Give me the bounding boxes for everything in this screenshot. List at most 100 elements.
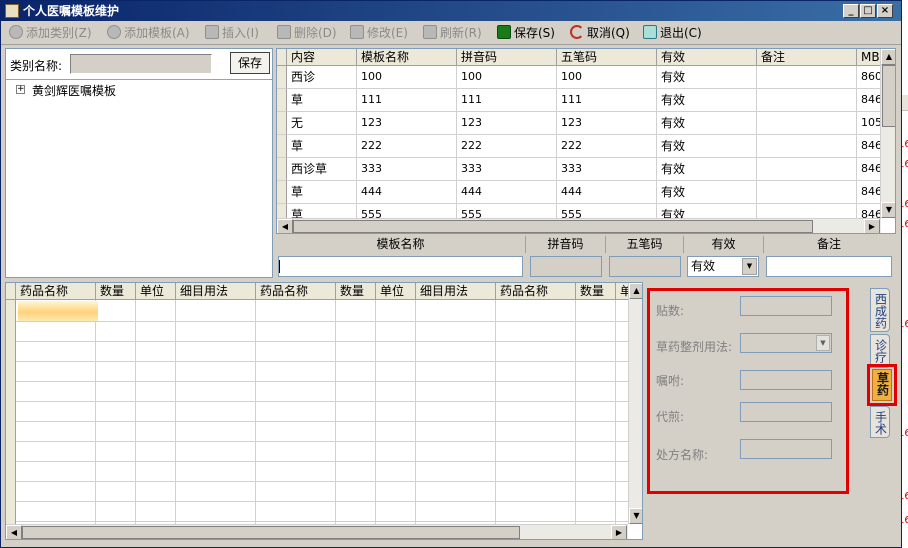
instruction-input[interactable]	[740, 370, 832, 390]
table-cell[interactable]: 有效	[657, 158, 757, 181]
close-button[interactable]: ×	[877, 4, 893, 18]
chevron-down-icon[interactable]: ▼	[742, 258, 757, 275]
save-button[interactable]: 保存(S)	[497, 24, 555, 42]
column-header[interactable]: 有效	[657, 49, 757, 66]
exit-button[interactable]: 退出(C)	[643, 24, 702, 42]
column-header[interactable]: 药品名称	[496, 283, 576, 300]
chevron-down-icon[interactable]: ▼	[816, 335, 830, 351]
table-cell[interactable]: 333	[557, 158, 657, 181]
table-row[interactable]: 草555555555有效8469	[277, 204, 881, 218]
category-name-input[interactable]	[70, 54, 212, 74]
column-header[interactable]: 药品名称	[256, 283, 336, 300]
table-row[interactable]	[16, 401, 628, 402]
add-template-button[interactable]: 添加模板(A)	[107, 24, 190, 42]
tab-western-medicine[interactable]: 西成药	[870, 288, 890, 332]
table-row[interactable]	[16, 501, 628, 502]
table-cell[interactable]: 100	[557, 66, 657, 89]
modify-button[interactable]: 修改(E)	[350, 24, 408, 42]
table-cell[interactable]: 1056	[857, 112, 881, 135]
table-cell[interactable]: 333	[357, 158, 457, 181]
pinyin-input[interactable]	[530, 256, 602, 277]
table-cell[interactable]	[757, 89, 857, 112]
column-header[interactable]: 单位	[376, 283, 416, 300]
minimize-button[interactable]: _	[843, 4, 859, 18]
table-row[interactable]	[16, 461, 628, 462]
row-header[interactable]	[277, 112, 287, 135]
table-cell[interactable]: 8468	[857, 89, 881, 112]
column-header[interactable]: 单位	[136, 283, 176, 300]
table-row[interactable]: 西诊草333333333有效8469	[277, 158, 881, 181]
tree-expand-toggle[interactable]: +	[16, 85, 25, 94]
template-name-input[interactable]	[278, 256, 523, 277]
table-cell[interactable]: 有效	[657, 204, 757, 218]
scroll-thumb[interactable]	[22, 526, 520, 539]
table-cell[interactable]	[757, 112, 857, 135]
scroll-right-arrow-icon[interactable]: ▶	[611, 525, 627, 539]
table-cell[interactable]	[757, 66, 857, 89]
table-cell[interactable]: 草	[287, 135, 357, 158]
drug-grid-vscroll[interactable]: ▲ ▼	[628, 283, 642, 524]
table-cell[interactable]: 123	[557, 112, 657, 135]
table-cell[interactable]: 100	[457, 66, 557, 89]
refresh-button[interactable]: 刷新(R)	[423, 24, 482, 42]
table-cell[interactable]: 有效	[657, 66, 757, 89]
active-cell-highlight[interactable]	[18, 301, 98, 321]
table-cell[interactable]: 111	[357, 89, 457, 112]
table-cell[interactable]	[757, 158, 857, 181]
column-header[interactable]: 药品名称	[16, 283, 96, 300]
table-cell[interactable]: 444	[457, 181, 557, 204]
row-header[interactable]	[277, 158, 287, 181]
scroll-left-arrow-icon[interactable]: ◀	[6, 525, 22, 539]
table-cell[interactable]: 111	[457, 89, 557, 112]
table-row[interactable]	[16, 321, 628, 322]
table-row[interactable]: 西诊100100100有效8605	[277, 66, 881, 89]
tab-herbal-medicine[interactable]: 草药	[867, 364, 897, 406]
table-cell[interactable]: 555	[457, 204, 557, 218]
column-header[interactable]: 五笔码	[557, 49, 657, 66]
table-cell[interactable]: 有效	[657, 181, 757, 204]
scroll-up-arrow-icon[interactable]: ▲	[881, 49, 895, 65]
table-cell[interactable]: 8469	[857, 181, 881, 204]
wubi-input[interactable]	[609, 256, 681, 277]
table-cell[interactable]: 无	[287, 112, 357, 135]
table-row[interactable]	[16, 341, 628, 342]
table-cell[interactable]: 222	[357, 135, 457, 158]
dose-count-input[interactable]	[740, 296, 832, 316]
category-save-button[interactable]: 保存	[230, 52, 270, 74]
table-cell[interactable]: 222	[457, 135, 557, 158]
row-header[interactable]	[277, 204, 287, 218]
table-cell[interactable]: 8605	[857, 66, 881, 89]
scroll-left-arrow-icon[interactable]: ◀	[277, 219, 293, 233]
table-cell[interactable]: 111	[557, 89, 657, 112]
column-header[interactable]: 细目用法	[416, 283, 496, 300]
column-header[interactable]: 模板名称	[357, 49, 457, 66]
table-row[interactable]: 草444444444有效8469	[277, 181, 881, 204]
scroll-thumb[interactable]	[293, 220, 813, 233]
herb-usage-select[interactable]: ▼	[740, 333, 832, 353]
add-category-button[interactable]: 添加类别(Z)	[9, 24, 92, 42]
maximize-button[interactable]: □	[860, 4, 876, 18]
prescription-name-input[interactable]	[740, 439, 832, 459]
table-cell[interactable]: 草	[287, 89, 357, 112]
scroll-up-arrow-icon[interactable]: ▲	[629, 283, 642, 299]
table-cell[interactable]	[757, 204, 857, 218]
table-row[interactable]: 草222222222有效8469	[277, 135, 881, 158]
table-row[interactable]: 草111111111有效8468	[277, 89, 881, 112]
tree-root-item[interactable]: 黄剑辉医嘱模板	[32, 82, 116, 99]
column-header[interactable]: 数量	[576, 283, 616, 300]
row-header[interactable]	[277, 135, 287, 158]
table-cell[interactable]: 123	[357, 112, 457, 135]
table-row[interactable]	[16, 521, 628, 522]
table-cell[interactable]: 100	[357, 66, 457, 89]
column-header[interactable]: 数量	[96, 283, 136, 300]
table-cell[interactable]: 123	[457, 112, 557, 135]
template-grid-vscroll[interactable]: ▲ ▼	[880, 49, 895, 218]
column-header[interactable]: 单	[616, 283, 628, 300]
delete-button[interactable]: 删除(D)	[277, 24, 337, 42]
table-cell[interactable]: 有效	[657, 135, 757, 158]
row-header[interactable]	[277, 89, 287, 112]
template-grid-hscroll[interactable]: ◀ ▶	[277, 218, 881, 233]
scroll-down-arrow-icon[interactable]: ▼	[881, 202, 895, 218]
table-cell[interactable]: 有效	[657, 112, 757, 135]
insert-button[interactable]: 插入(I)	[205, 24, 259, 42]
